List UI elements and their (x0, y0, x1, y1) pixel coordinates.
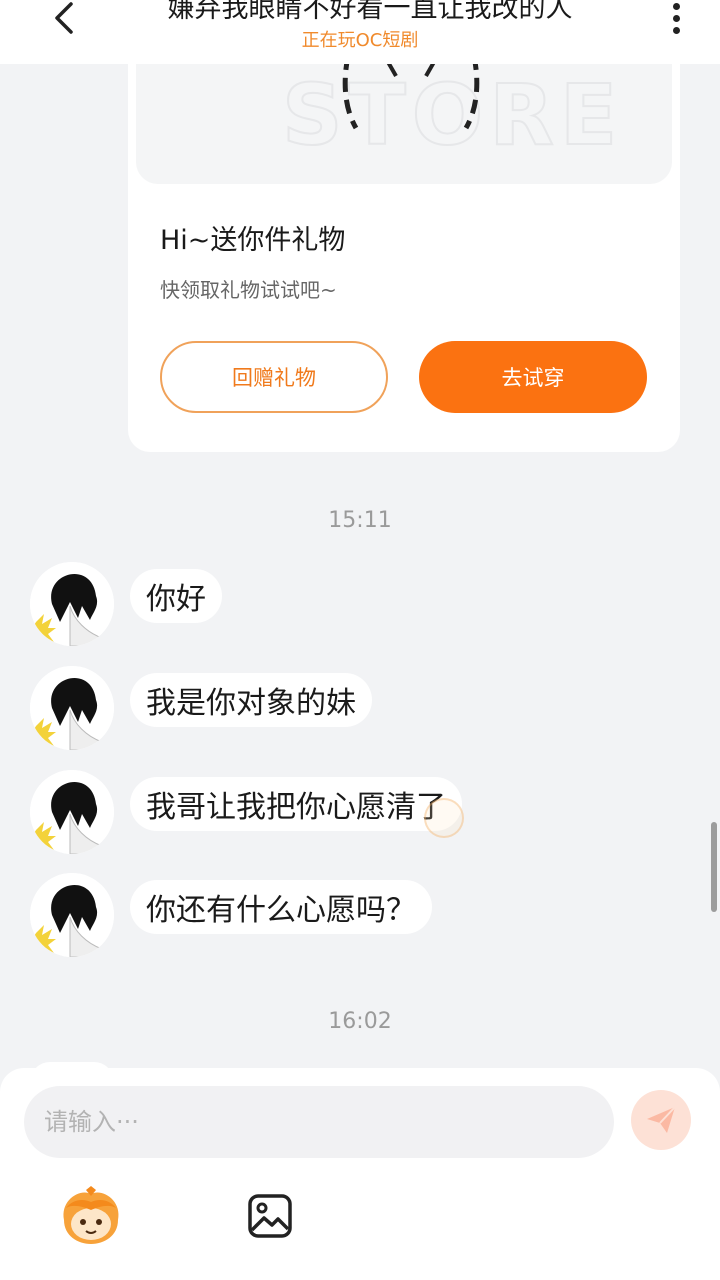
chat-title: 嫌弃我眼睛不好看一直让我改的人 (167, 0, 573, 24)
message-bubble[interactable]: 你好 (130, 569, 222, 623)
chat-header: 嫌弃我眼睛不好看一直让我改的人 正在玩OC短剧 (0, 0, 720, 64)
try-on-button[interactable]: 去试穿 (419, 341, 647, 413)
message-input-container[interactable] (24, 1086, 614, 1158)
avatar-image (30, 562, 114, 646)
message-row: 我哥让我把你心愿清了 (0, 770, 720, 854)
message-row: 你还有什么心愿吗？ (0, 873, 720, 957)
message-bubble[interactable]: 你还有什么心愿吗？ (130, 880, 432, 934)
message-bubble[interactable]: 我哥让我把你心愿清了 (130, 777, 462, 831)
message-timestamp: 15:11 (328, 508, 392, 533)
gift-description: 快领取礼物试试吧~ (160, 278, 337, 302)
image-picker-button[interactable] (244, 1190, 296, 1242)
return-gift-button[interactable]: 回赠礼物 (160, 341, 388, 413)
input-bar (0, 1068, 720, 1280)
message-row: 你好 (0, 562, 720, 646)
chat-status-subtitle: 正在玩OC短剧 (301, 30, 419, 51)
message-timestamp: 16:02 (328, 1009, 392, 1034)
avatar[interactable] (30, 770, 114, 854)
loading-arc-icon (342, 56, 480, 130)
avatar-image (30, 770, 114, 854)
gift-card: STORE Hi~送你件礼物 快领取礼物试试吧~ 回赠礼物 去试穿 (128, 30, 680, 452)
avatar-image (30, 873, 114, 957)
mascot-button[interactable] (58, 1186, 124, 1246)
send-icon (647, 1106, 676, 1133)
image-icon (248, 1194, 292, 1238)
more-vertical-icon (672, 2, 680, 10)
scrollbar[interactable] (711, 822, 717, 912)
more-options-button[interactable] (660, 0, 692, 36)
avatar[interactable] (30, 666, 114, 750)
avatar[interactable] (30, 562, 114, 646)
mascot-icon (63, 1186, 119, 1244)
message-input[interactable] (44, 1108, 614, 1136)
avatar[interactable] (30, 873, 114, 957)
send-button[interactable] (631, 1090, 691, 1150)
gift-title: Hi~送你件礼物 (160, 225, 346, 256)
message-bubble[interactable]: 我是你对象的妹 (130, 673, 372, 727)
touch-indicator (424, 798, 464, 838)
message-row: 我是你对象的妹 (0, 666, 720, 750)
avatar-image (30, 666, 114, 750)
